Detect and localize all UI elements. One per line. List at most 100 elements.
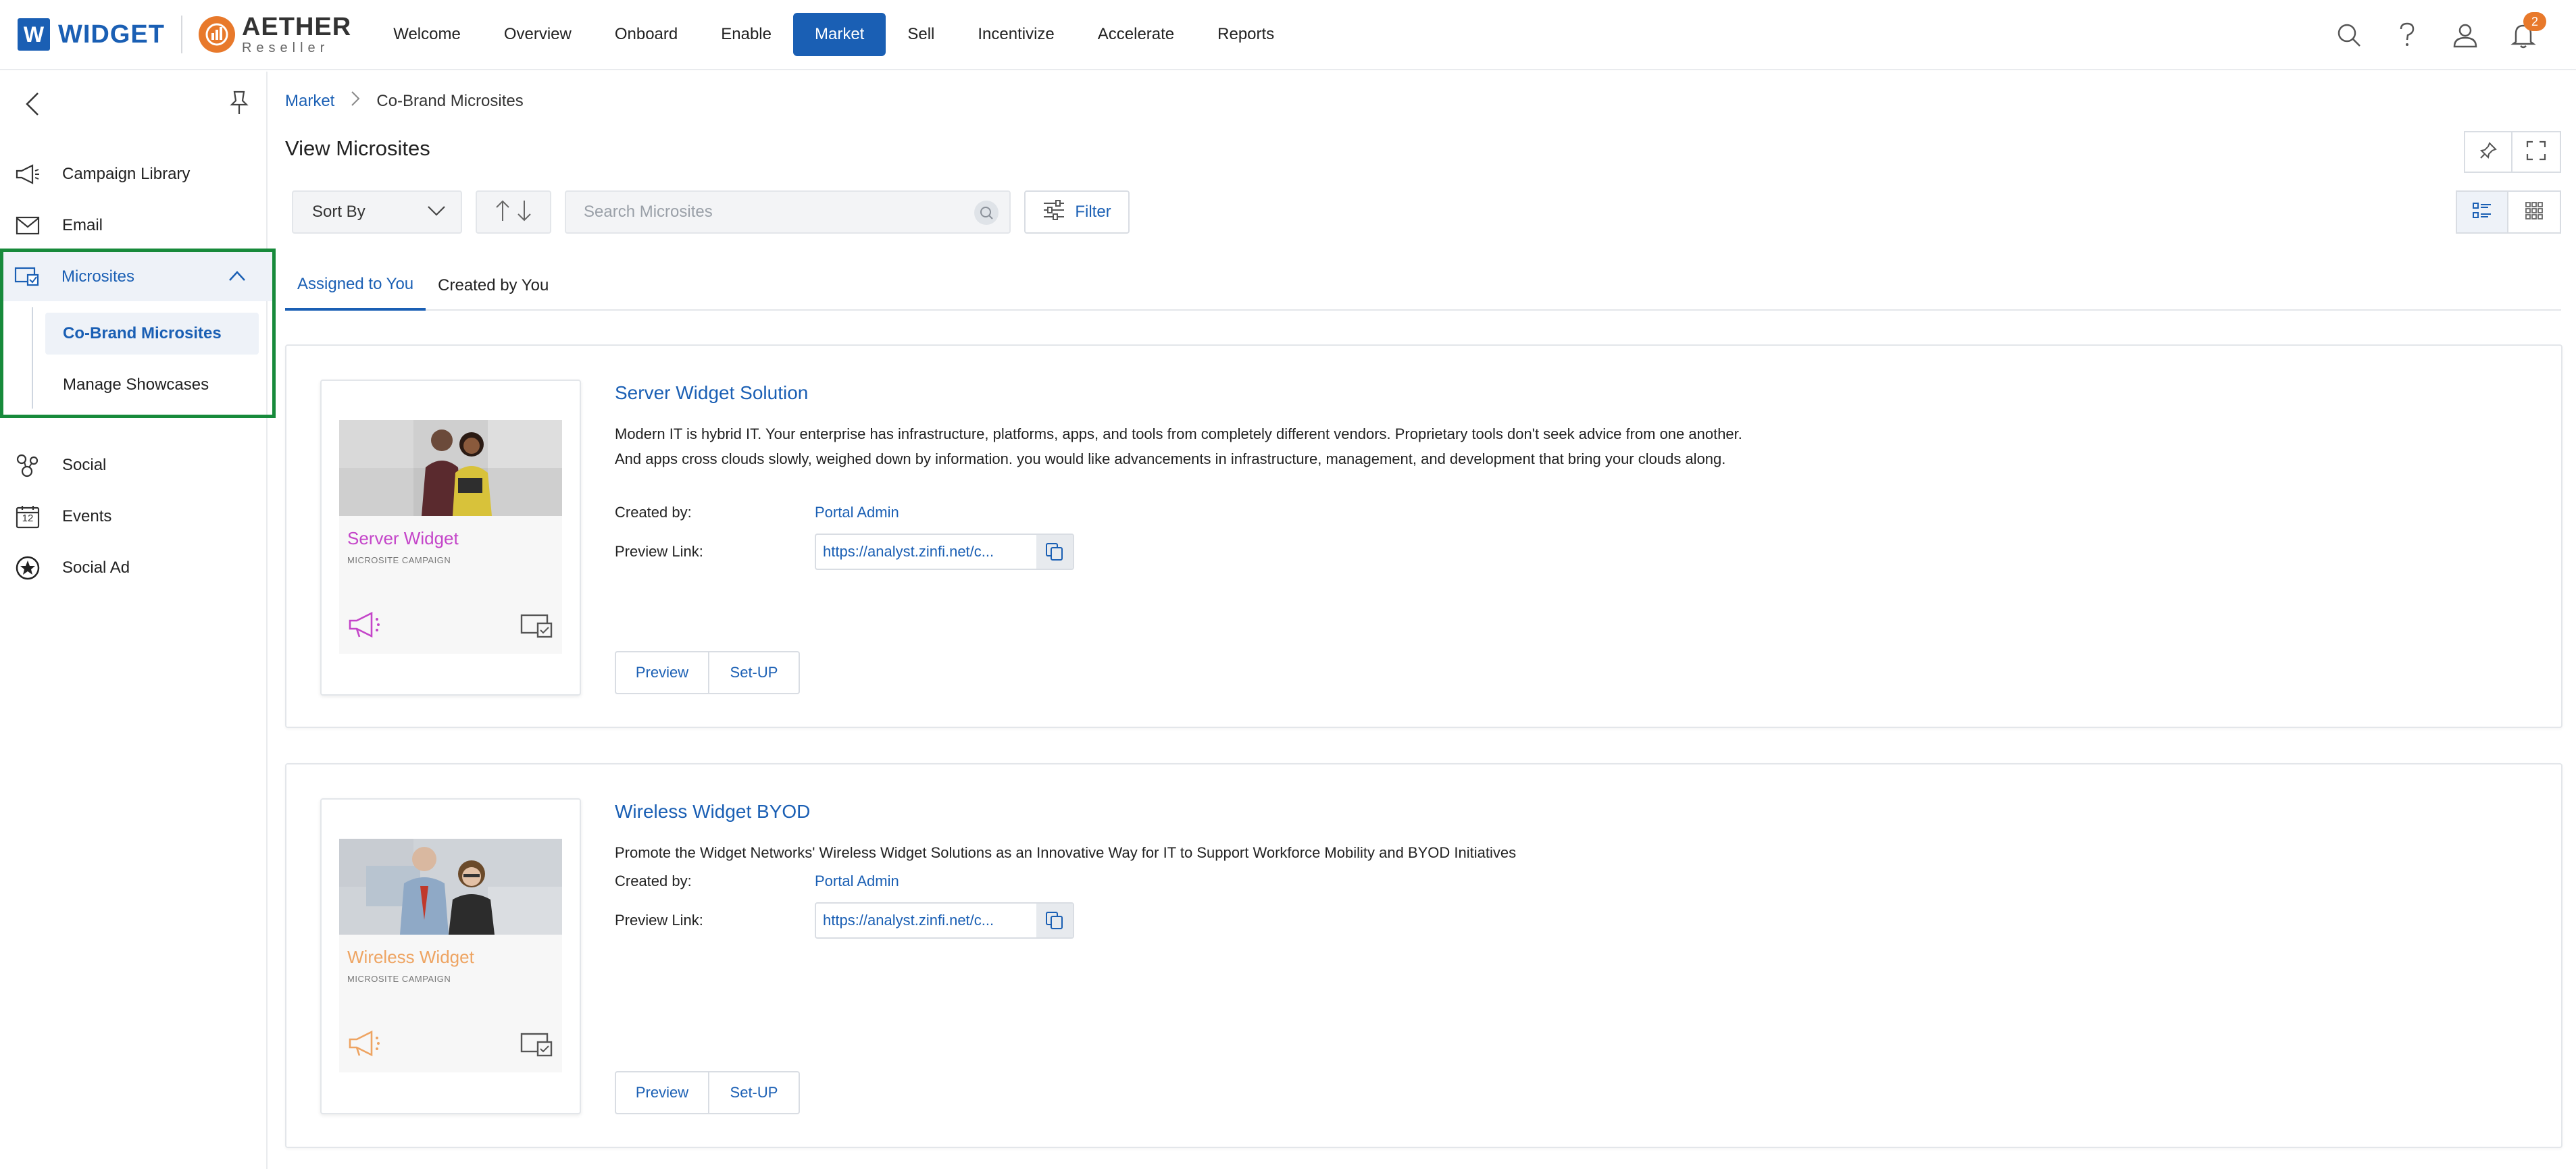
- widget-logo-text: WIDGET: [58, 20, 165, 49]
- sidebar-header: [0, 72, 266, 132]
- created-by-value[interactable]: Portal Admin: [815, 873, 899, 890]
- created-by-label: Created by:: [615, 504, 692, 521]
- nav-overview[interactable]: Overview: [482, 13, 593, 56]
- help-icon[interactable]: [2388, 15, 2426, 55]
- pin-icon[interactable]: [226, 88, 253, 118]
- sidebar-item-social[interactable]: Social: [0, 440, 268, 491]
- tab-assigned-to-you[interactable]: Assigned to You: [285, 261, 426, 311]
- sort-direction-toggle[interactable]: [476, 190, 551, 234]
- search-input[interactable]: [566, 192, 1009, 232]
- sort-by-dropdown[interactable]: Sort By: [292, 190, 462, 234]
- pin-page-button[interactable]: [2464, 131, 2512, 173]
- copy-icon[interactable]: [1036, 904, 1073, 937]
- nav-onboard[interactable]: Onboard: [593, 13, 699, 56]
- sidebar-item-events[interactable]: 12 Events: [0, 491, 268, 542]
- arrow-down-icon: [516, 199, 532, 226]
- created-by-label: Created by:: [615, 873, 692, 889]
- thumbnail-preview: Server Widget MICROSITE CAMPAIGN: [339, 420, 562, 654]
- preview-link-box: https://analyst.zinfi.net/c...: [815, 534, 1074, 570]
- megaphone-icon: [347, 1029, 385, 1062]
- sort-by-label: Sort By: [312, 203, 365, 221]
- setup-button[interactable]: Set-UP: [709, 651, 800, 694]
- calendar-day: 12: [22, 513, 34, 524]
- preview-button[interactable]: Preview: [615, 651, 709, 694]
- aether-subtitle: Reseller: [241, 41, 330, 55]
- setup-button[interactable]: Set-UP: [709, 1071, 800, 1114]
- sidebar-item-campaign-library[interactable]: Campaign Library: [0, 149, 268, 200]
- filter-label: Filter: [1075, 203, 1111, 221]
- user-profile-icon[interactable]: [2446, 15, 2484, 55]
- microsite-description: Promote the Widget Networks' Wireless Wi…: [615, 844, 1517, 861]
- list-toolbar: Sort By Filter: [292, 190, 1130, 234]
- aether-name: AETHER: [241, 13, 352, 41]
- list-view-button[interactable]: [2456, 190, 2508, 234]
- grid-view-icon: [2525, 201, 2544, 224]
- filter-button[interactable]: Filter: [1024, 190, 1130, 234]
- sidebar-item-microsites[interactable]: Microsites: [3, 252, 272, 301]
- chevron-left-icon[interactable]: [19, 89, 46, 119]
- list-view-icon: [2472, 202, 2492, 223]
- sidebar-subitem-manage-showcases[interactable]: Manage Showcases: [45, 364, 259, 406]
- nav-market[interactable]: Market: [792, 13, 886, 56]
- sidebar-subitem-co-brand-microsites[interactable]: Co-Brand Microsites: [45, 313, 259, 355]
- search-box: [565, 190, 1011, 234]
- microsite-device-icon: [520, 613, 554, 643]
- aether-logo-icon: [198, 16, 235, 53]
- star-badge-icon: [14, 554, 42, 582]
- microsite-title-link[interactable]: Wireless Widget BYOD: [615, 801, 810, 823]
- sidebar-item-social-ad[interactable]: Social Ad: [0, 542, 268, 594]
- thumbnail-subtitle: MICROSITE CAMPAIGN: [347, 974, 451, 984]
- grid-view-button[interactable]: [2508, 190, 2561, 234]
- preview-link-box: https://analyst.zinfi.net/c...: [815, 902, 1074, 939]
- top-right-actions: 2: [2330, 12, 2546, 55]
- widget-logo-mark: W: [18, 18, 50, 51]
- microsites-menu-group: Microsites Co-Brand Microsites Manage Sh…: [0, 249, 276, 418]
- preview-link-url[interactable]: https://analyst.zinfi.net/c...: [816, 535, 1036, 569]
- nav-reports[interactable]: Reports: [1196, 13, 1296, 56]
- microsite-thumbnail[interactable]: Wireless Widget MICROSITE CAMPAIGN: [320, 798, 581, 1114]
- breadcrumb-current: Co-Brand Microsites: [376, 91, 524, 110]
- chevron-up-icon[interactable]: [228, 267, 247, 289]
- sidebar-item-email[interactable]: Email: [0, 200, 268, 251]
- main-content: Market Co-Brand Microsites View Microsit…: [269, 72, 2576, 1169]
- nav-sell[interactable]: Sell: [886, 13, 956, 56]
- thumbnail-subtitle: MICROSITE CAMPAIGN: [347, 555, 451, 565]
- copy-icon[interactable]: [1036, 535, 1073, 569]
- microsite-thumbnail[interactable]: Server Widget MICROSITE CAMPAIGN: [320, 380, 581, 696]
- nav-incentivize[interactable]: Incentivize: [956, 13, 1076, 56]
- megaphone-icon: [14, 160, 42, 188]
- breadcrumb-market-link[interactable]: Market: [285, 92, 334, 111]
- notification-count-badge: 2: [2523, 12, 2546, 31]
- brand-logos[interactable]: W WIDGET AETHER Reseller: [18, 14, 351, 55]
- card-actions: Preview Set-UP: [615, 651, 800, 694]
- nav-enable[interactable]: Enable: [699, 13, 793, 56]
- nav-welcome[interactable]: Welcome: [372, 13, 482, 56]
- preview-link-label: Preview Link:: [615, 912, 703, 929]
- thumbnail-title: Wireless Widget: [347, 947, 474, 967]
- sidebar-item-label: Social: [62, 456, 107, 474]
- search-icon[interactable]: [2330, 15, 2368, 55]
- microsite-title-link[interactable]: Server Widget Solution: [615, 382, 808, 404]
- microsite-tabs: Assigned to You Created by You: [285, 261, 2561, 311]
- tab-created-by-you[interactable]: Created by You: [426, 261, 561, 311]
- sidebar-item-label: Social Ad: [62, 558, 130, 577]
- sidebar-item-label: Campaign Library: [62, 165, 191, 183]
- thumbnail-preview: Wireless Widget MICROSITE CAMPAIGN: [339, 839, 562, 1072]
- preview-link-url[interactable]: https://analyst.zinfi.net/c...: [816, 904, 1036, 937]
- fullscreen-icon: [2526, 140, 2546, 164]
- preview-link-label: Preview Link:: [615, 543, 703, 560]
- aether-logo-text: AETHER Reseller: [242, 14, 351, 55]
- preview-button[interactable]: Preview: [615, 1071, 709, 1114]
- submenu-guide-line: [32, 307, 33, 409]
- envelope-icon: [14, 211, 42, 240]
- filter-sliders-icon: [1042, 199, 1065, 225]
- sidebar-item-label: Email: [62, 216, 103, 234]
- search-icon[interactable]: [974, 201, 999, 225]
- nav-accelerate[interactable]: Accelerate: [1076, 13, 1196, 56]
- fullscreen-button[interactable]: [2512, 131, 2561, 173]
- breadcrumb: Market Co-Brand Microsites: [285, 90, 524, 111]
- arrow-up-icon: [495, 199, 511, 226]
- created-by-value[interactable]: Portal Admin: [815, 504, 899, 521]
- notifications-bell-icon[interactable]: 2: [2504, 12, 2546, 55]
- main-nav: Welcome Overview Onboard Enable Market S…: [372, 13, 1296, 56]
